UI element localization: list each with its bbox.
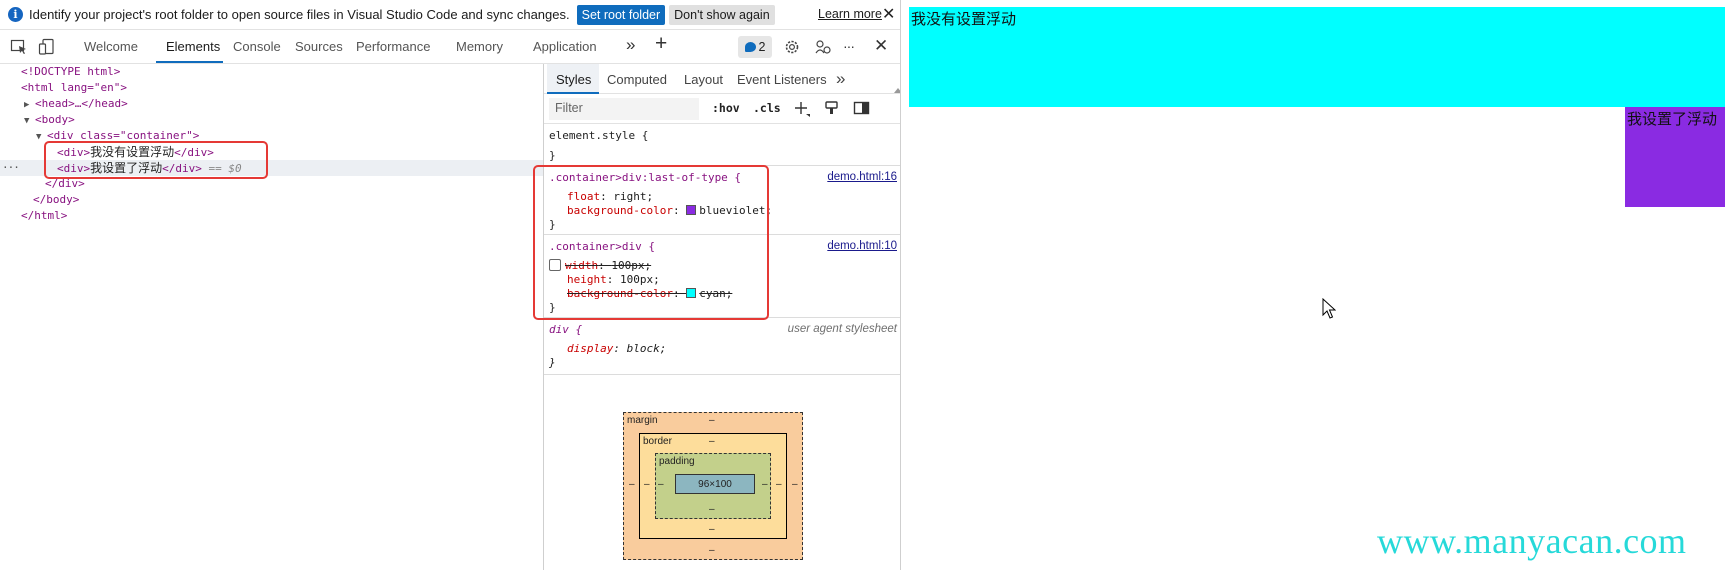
element-style-close: } [549, 149, 556, 162]
border-right-value[interactable]: – [776, 479, 782, 490]
html-node[interactable]: <html lang="en"> [21, 80, 127, 96]
styles-subtabs: Styles Computed Layout Event Listeners » [544, 64, 900, 94]
main-toolbar: Welcome Elements Console Sources Perform… [0, 30, 900, 64]
element-style-selector[interactable]: element.style { [549, 129, 648, 143]
html-close-node[interactable]: </html> [21, 208, 67, 224]
subtab-computed[interactable]: Computed [607, 72, 667, 87]
floated-div[interactable]: 我设置了浮动 [1625, 107, 1725, 207]
border-label: border [643, 436, 672, 447]
tab-sources[interactable]: Sources [295, 39, 343, 54]
close-devtools-icon[interactable]: ✕ [874, 36, 888, 56]
margin-left-value[interactable]: – [629, 479, 635, 490]
info-message: Identify your project's root folder to o… [29, 7, 570, 22]
rule-divider [544, 374, 900, 375]
issues-badge[interactable]: 2 [738, 36, 772, 58]
padding-label: padding [659, 456, 695, 467]
tab-memory[interactable]: Memory [456, 39, 503, 54]
ua-source-label: user agent stylesheet [787, 323, 897, 335]
more-options-icon[interactable]: ··· [843, 38, 855, 54]
issues-count: 2 [758, 40, 766, 54]
set-root-folder-button[interactable]: Set root folder [576, 4, 666, 25]
tab-welcome[interactable]: Welcome [84, 39, 138, 54]
watermark-text: www.manyacan.com [1377, 521, 1687, 561]
info-icon: i [8, 7, 23, 22]
elements-tree: <!DOCTYPE html> <html lang="en"> ▶ <head>… [0, 64, 543, 570]
annotation-highlight-box [533, 165, 769, 320]
new-tab-icon[interactable]: + [655, 32, 667, 56]
ua-rule-selector: div { [549, 323, 583, 336]
styles-filter-bar: Filter :hov .cls [544, 94, 900, 124]
dont-show-again-button[interactable]: Don't show again [669, 4, 775, 25]
toggle-sidebar-icon[interactable] [853, 100, 870, 116]
tab-application[interactable]: Application [533, 39, 597, 54]
body-close-node[interactable]: </body> [33, 192, 79, 208]
device-emulation-icon[interactable] [38, 38, 56, 56]
margin-bottom-value[interactable]: – [709, 545, 715, 556]
active-tab-indicator [156, 61, 223, 63]
more-tabs-icon[interactable]: » [626, 35, 635, 55]
border-bottom-value[interactable]: – [709, 524, 715, 535]
hover-state-toggle[interactable]: :hov [712, 101, 740, 115]
ua-rule-close: } [549, 356, 556, 369]
subtab-layout[interactable]: Layout [684, 72, 723, 87]
margin-right-value[interactable]: – [792, 479, 798, 490]
rule2-source-link[interactable]: demo.html:10 [827, 240, 897, 252]
border-top-value[interactable]: – [709, 436, 715, 447]
class-toggle[interactable]: .cls [753, 101, 781, 115]
rule1-source-link[interactable]: demo.html:16 [827, 171, 897, 183]
more-subtabs-icon[interactable]: » [836, 69, 845, 89]
row-actions-icon[interactable]: ··· [2, 160, 20, 176]
tab-elements[interactable]: Elements [166, 39, 220, 54]
page-preview: 我没有设置浮动 我设置了浮动 www.manyacan.com [902, 0, 1725, 570]
padding-left-value[interactable]: – [658, 479, 664, 490]
devtools-panel: i Identify your project's root folder to… [0, 0, 901, 570]
tab-console[interactable]: Console [233, 39, 281, 54]
margin-label: margin [627, 415, 658, 426]
tab-performance[interactable]: Performance [356, 39, 430, 54]
unfloated-div[interactable]: 我没有设置浮动 [909, 7, 1725, 107]
subtab-event-listeners[interactable]: Event Listeners [737, 72, 827, 87]
annotation-highlight-box [44, 141, 268, 179]
body-node[interactable]: ▼ <body> [24, 112, 75, 128]
doctype-node[interactable]: <!DOCTYPE html> [21, 64, 120, 80]
mouse-cursor-icon [1322, 298, 1336, 319]
subtab-styles[interactable]: Styles [556, 72, 591, 87]
inspect-element-icon[interactable] [10, 38, 28, 56]
styles-pane: Styles Computed Layout Event Listeners »… [533, 64, 900, 570]
border-left-value[interactable]: – [644, 479, 650, 490]
box-model-content[interactable]: 96×100 [675, 474, 755, 494]
padding-bottom-value[interactable]: – [709, 504, 715, 515]
scroll-up-icon[interactable] [894, 88, 900, 93]
paint-brush-icon[interactable] [824, 100, 840, 116]
collapse-triangle-icon[interactable]: ▼ [24, 113, 35, 129]
margin-top-value[interactable]: – [709, 415, 715, 426]
ua-display-declaration: display: block; [567, 342, 667, 355]
settings-gear-icon[interactable] [783, 38, 801, 56]
issues-icon [744, 42, 756, 52]
learn-more-link[interactable]: Learn more [818, 7, 882, 21]
styles-filter-input[interactable]: Filter [549, 98, 699, 120]
padding-right-value[interactable]: – [762, 479, 768, 490]
expand-triangle-icon[interactable]: ▶ [24, 97, 35, 113]
infobar-close-icon[interactable]: ✕ [882, 4, 895, 24]
head-node[interactable]: ▶ <head>…</head> [24, 96, 128, 112]
info-bar: i Identify your project's root folder to… [0, 0, 900, 30]
customize-icon[interactable] [814, 38, 832, 56]
new-style-rule-icon[interactable] [793, 100, 811, 118]
